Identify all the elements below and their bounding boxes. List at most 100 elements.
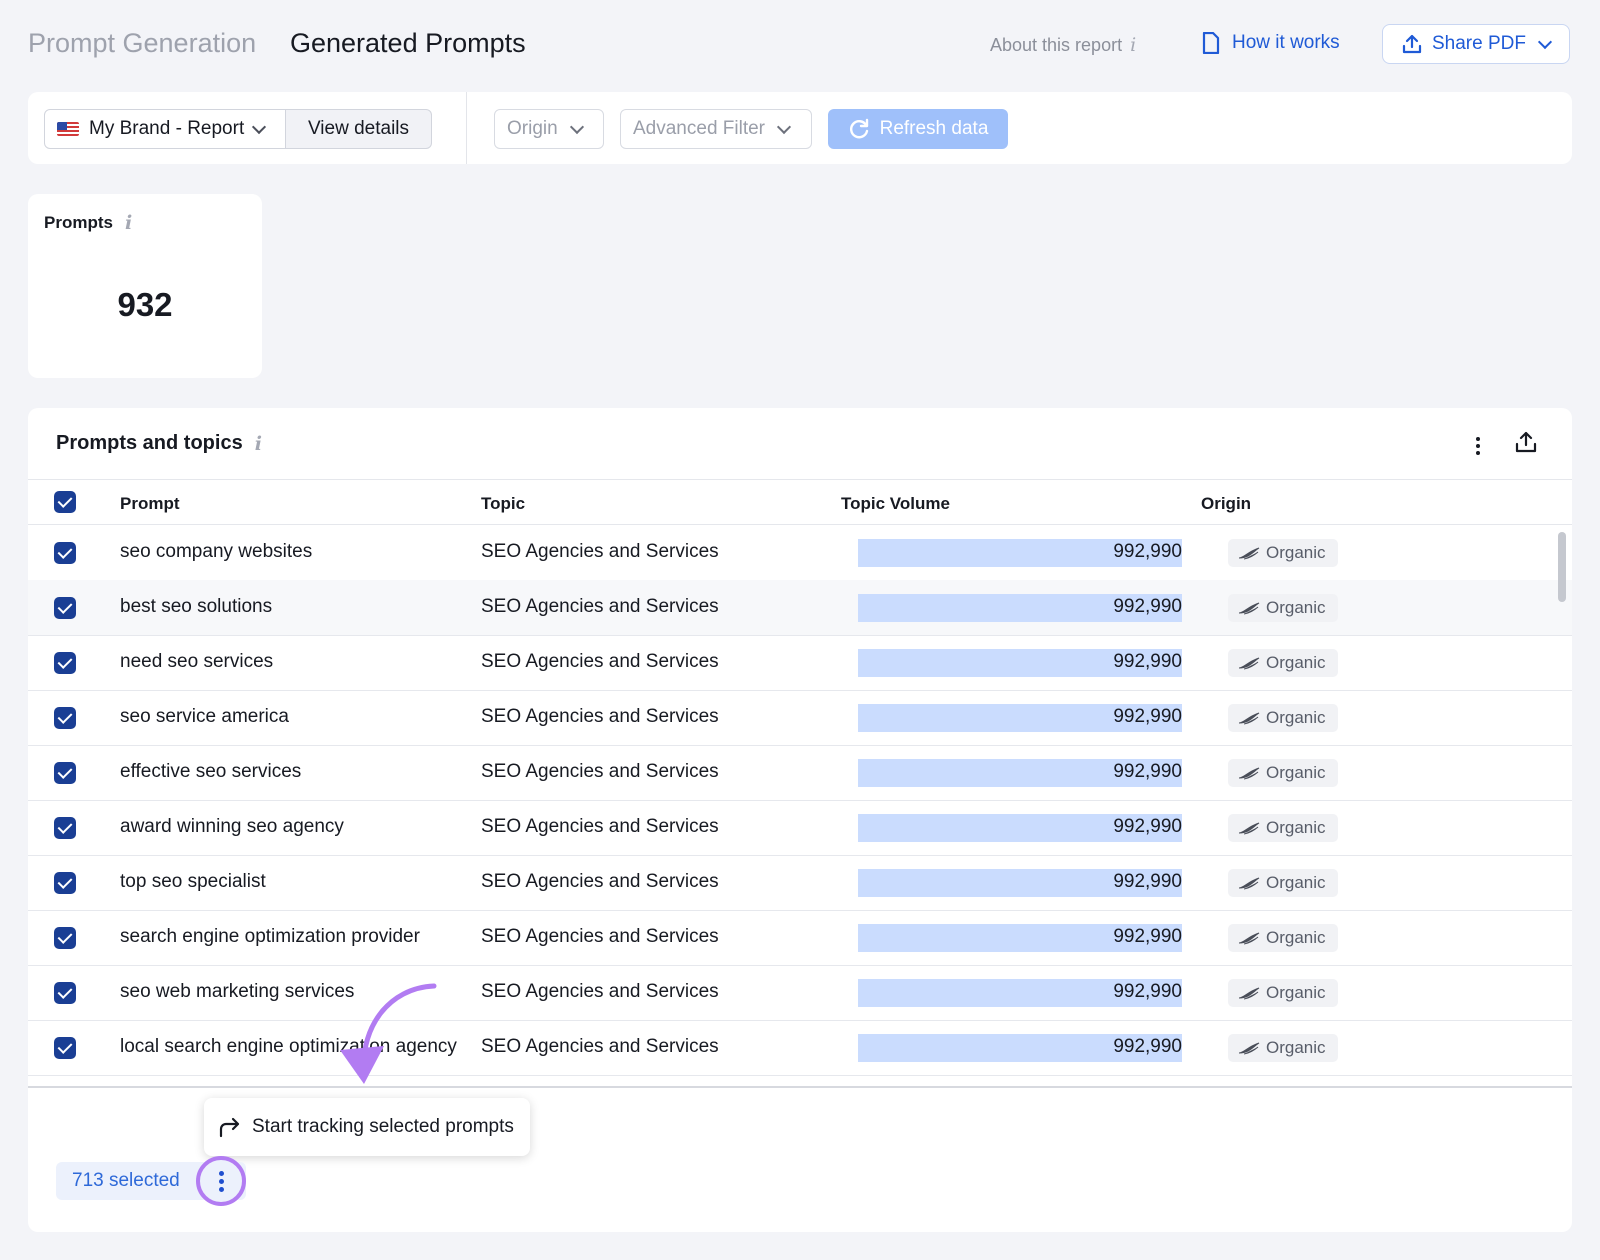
table-title: Prompts and topics i [56,432,262,455]
origin-badge: Organic [1228,704,1338,732]
topic-cell: SEO Agencies and Services [481,761,719,782]
organic-icon [1238,877,1260,890]
row-checkbox[interactable] [54,652,76,674]
origin-badge: Organic [1228,814,1338,842]
prompt-cell: need seo services [120,651,274,672]
table-row[interactable]: local search engine optimization agency … [28,1020,1572,1076]
origin-badge: Organic [1228,649,1338,677]
info-icon[interactable]: i [255,433,262,455]
volume-cell: 992,990 [1113,761,1182,782]
origin-filter[interactable]: Origin [494,109,604,149]
forward-arrow-icon [219,1117,240,1138]
prompts-count: 932 [117,286,173,323]
organic-icon [1238,1042,1260,1055]
origin-label: Organic [1266,653,1326,672]
prompt-cell: seo company websites [120,541,313,562]
topic-cell: SEO Agencies and Services [481,596,719,617]
organic-icon [1238,822,1260,835]
topic-cell: SEO Agencies and Services [481,871,719,892]
table-row[interactable]: need seo services SEO Agencies and Servi… [28,635,1572,691]
row-checkbox[interactable] [54,1037,76,1059]
row-checkbox[interactable] [54,817,76,839]
volume-cell: 992,990 [1113,926,1182,947]
origin-badge: Organic [1228,979,1338,1007]
row-checkbox[interactable] [54,982,76,1004]
breadcrumb[interactable]: Prompt Generation [28,28,256,59]
volume-cell: 992,990 [1113,706,1182,727]
volume-cell: 992,990 [1113,541,1182,562]
origin-badge: Organic [1228,759,1338,787]
prompt-cell: best seo solutions [120,596,273,617]
origin-badge: Organic [1228,869,1338,897]
origin-label: Organic [1266,543,1326,562]
topic-cell: SEO Agencies and Services [481,1036,719,1057]
row-checkbox[interactable] [54,597,76,619]
divider [466,92,467,164]
prompts-topics-card: Prompts and topics i Prompt Topic Topic … [28,408,1572,1232]
row-checkbox[interactable] [54,707,76,729]
prompts-summary-label: Prompts [44,213,113,232]
volume-cell: 992,990 [1113,596,1182,617]
table-scrollbar[interactable] [1558,532,1566,602]
origin-label: Organic [1266,763,1326,782]
export-icon[interactable] [1514,430,1538,459]
more-options-icon[interactable] [1466,434,1490,458]
row-checkbox[interactable] [54,872,76,894]
start-tracking-label: Start tracking selected prompts [252,1116,514,1137]
prompt-cell: search engine optimization provider [120,926,420,947]
table-row[interactable]: top seo specialist SEO Agencies and Serv… [28,855,1572,911]
organic-icon [1238,932,1260,945]
filter-bar: My Brand - Report View details Origin Ad… [28,92,1572,164]
start-tracking-menu-item[interactable]: Start tracking selected prompts [204,1098,530,1156]
prompt-cell: seo service america [120,706,289,727]
column-header-topic-volume[interactable]: Topic Volume [841,494,950,514]
about-report-link[interactable]: About this report i [990,34,1136,56]
table-row[interactable]: seo company websites SEO Agencies and Se… [28,525,1572,581]
share-pdf-button[interactable]: Share PDF [1382,24,1570,64]
document-icon [1202,32,1220,54]
selection-actions-button[interactable] [196,1156,246,1206]
brand-report-label: My Brand - Report [89,118,245,139]
brand-report-select[interactable]: My Brand - Report [44,109,286,149]
prompts-summary-title: Prompts i [44,212,132,234]
us-flag-icon [57,122,79,136]
row-checkbox[interactable] [54,542,76,564]
page-header: Prompt Generation Generated Prompts Abou… [28,24,1572,64]
origin-badge: Organic [1228,1034,1338,1062]
refresh-icon [849,118,868,139]
topic-cell: SEO Agencies and Services [481,816,719,837]
table-row[interactable]: seo service america SEO Agencies and Ser… [28,690,1572,746]
organic-icon [1238,547,1260,560]
organic-icon [1238,657,1260,670]
column-header-prompt[interactable]: Prompt [120,494,180,514]
table-row[interactable]: effective seo services SEO Agencies and … [28,745,1572,801]
footer-divider [28,1086,1572,1088]
view-details-button[interactable]: View details [286,109,432,149]
volume-cell: 992,990 [1113,1036,1182,1057]
table-row[interactable]: search engine optimization provider SEO … [28,910,1572,966]
table-row[interactable]: award winning seo agency SEO Agencies an… [28,800,1572,856]
column-header-origin[interactable]: Origin [1201,494,1251,514]
origin-badge: Organic [1228,539,1338,567]
topic-cell: SEO Agencies and Services [481,541,719,562]
origin-label: Organic [1266,818,1326,837]
volume-cell: 992,990 [1113,981,1182,1002]
advanced-filter[interactable]: Advanced Filter [620,109,812,149]
column-header-topic[interactable]: Topic [481,494,525,514]
table-row[interactable]: best seo solutions SEO Agencies and Serv… [28,580,1572,636]
row-checkbox[interactable] [54,927,76,949]
refresh-data-button[interactable]: Refresh data [828,109,1008,149]
origin-badge: Organic [1228,924,1338,952]
table-row[interactable]: seo web marketing services SEO Agencies … [28,965,1572,1021]
info-icon[interactable]: i [125,212,132,234]
volume-cell: 992,990 [1113,871,1182,892]
table-body: seo company websites SEO Agencies and Se… [28,525,1572,1078]
how-it-works-link[interactable]: How it works [1202,32,1340,54]
about-report-label: About this report [990,34,1123,55]
prompt-cell: award winning seo agency [120,816,344,837]
info-icon: i [1130,34,1137,56]
selected-count-label: 713 selected [72,1170,180,1191]
row-checkbox[interactable] [54,762,76,784]
select-all-checkbox[interactable] [54,491,76,513]
page-title: Generated Prompts [290,28,526,58]
